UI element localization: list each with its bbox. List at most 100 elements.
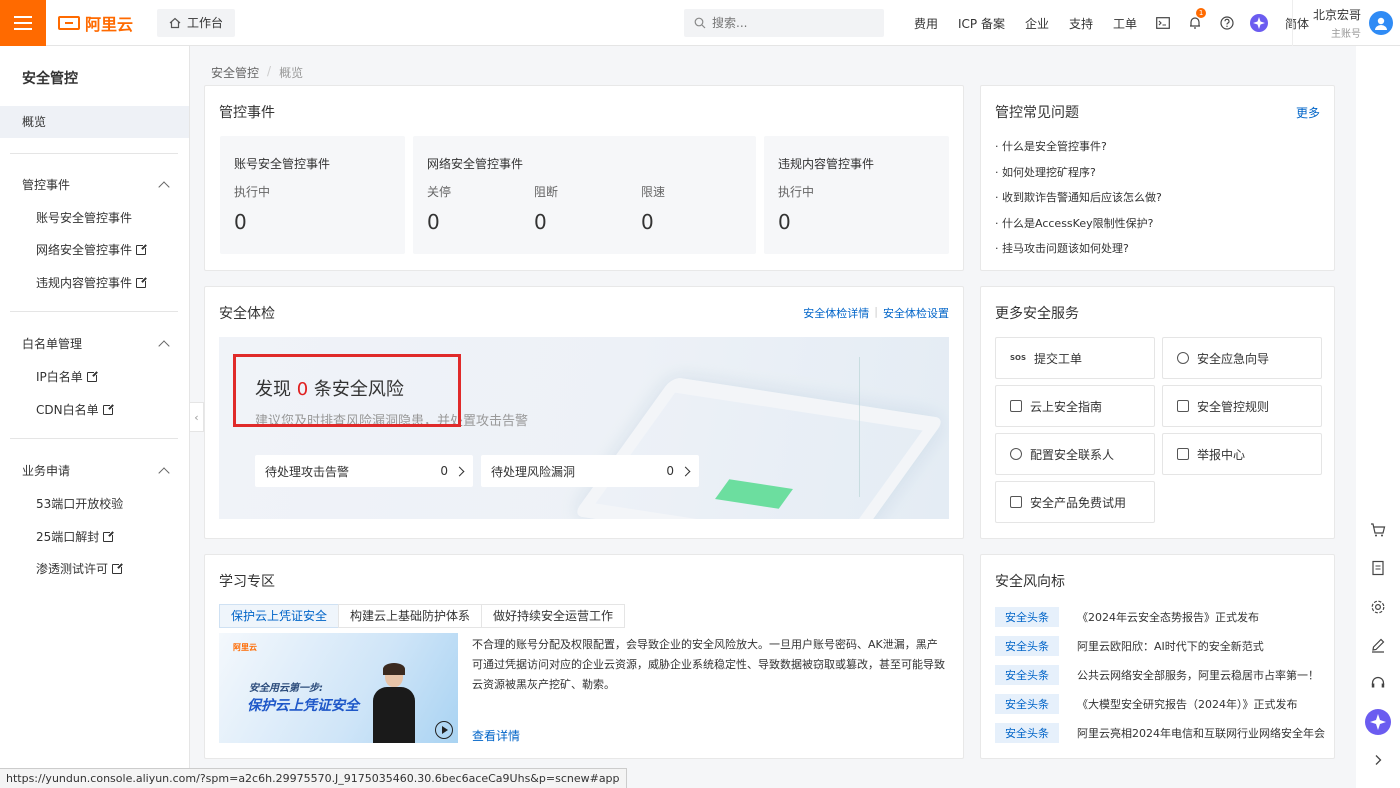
sidebar-item-label: 网络安全管控事件 (36, 243, 133, 257)
pending-vulnerabilities[interactable]: 待处理风险漏洞 0 (481, 455, 699, 487)
external-link-icon (103, 529, 116, 542)
sidebar-item-label: 违规内容管控事件 (36, 276, 133, 290)
checkup-settings-link[interactable]: 安全体检设置 (883, 305, 949, 321)
breadcrumb-root[interactable]: 安全管控 (211, 64, 259, 81)
faq-item[interactable]: · 收到欺诈告警通知后应该怎么做? (995, 189, 1162, 205)
document-icon (1177, 400, 1189, 412)
faq-item[interactable]: · 什么是AccessKey限制性保护? (995, 215, 1153, 231)
divider (10, 311, 178, 312)
sidebar-item-label: 账号安全管控事件 (36, 211, 133, 225)
external-link-icon (136, 242, 149, 255)
tab-credential-security[interactable]: 保护云上凭证安全 (219, 604, 340, 628)
service-emergency-guide[interactable]: 安全应急向导 (1162, 337, 1322, 379)
service-free-trial[interactable]: 安全产品免费试用 (995, 481, 1155, 523)
video-caption: 安全用云第一步: (249, 683, 323, 694)
faq-item[interactable]: · 挂马攻击问题该如何处理? (995, 240, 1129, 256)
search-box[interactable] (684, 9, 884, 37)
stat-label: 限速 (641, 185, 666, 199)
stat-title: 账号安全管控事件 (234, 157, 331, 171)
sidebar-item-label: CDN白名单 (36, 403, 99, 417)
sidebar-group-whitelist[interactable]: 白名单管理 (22, 335, 170, 352)
gear-icon[interactable] (1368, 597, 1388, 617)
service-label: 安全应急向导 (1197, 351, 1270, 366)
service-label: 提交工单 (1034, 351, 1083, 366)
view-details-link[interactable]: 查看详情 (472, 727, 520, 744)
news-title: 《2024年云安全态势报告》正式发布 (1077, 611, 1259, 624)
sidebar-item-account-events[interactable]: 账号安全管控事件 (36, 209, 132, 226)
video-thumbnail[interactable]: 阿里云 安全用云第一步: 保护云上凭证安全 (219, 633, 458, 743)
learn-tabs: 保护云上凭证安全 构建云上基础防护体系 做好持续安全运营工作 (219, 604, 626, 628)
menu-icon[interactable] (0, 0, 46, 46)
service-cloud-guide[interactable]: 云上安全指南 (995, 385, 1155, 427)
nav-ticket[interactable]: 工单 (1103, 15, 1147, 32)
nav-billing[interactable]: 费用 (904, 15, 948, 32)
news-title: 阿里云亮相2024年电信和互联网行业网络安全年会 (1077, 727, 1325, 740)
headset-icon[interactable] (1368, 673, 1388, 693)
service-contacts[interactable]: 配置安全联系人 (995, 433, 1155, 475)
faq-item[interactable]: · 什么是安全管控事件? (995, 138, 1107, 154)
chevron-right-icon[interactable] (1368, 750, 1388, 770)
terminal-icon[interactable] (1147, 0, 1179, 46)
service-submit-ticket[interactable]: SOS 提交工单 (995, 337, 1155, 379)
user-menu[interactable]: 北京宏哥 主账号 (1292, 0, 1400, 46)
news-item[interactable]: 安全头条 公共云网络安全部服务，阿里云稳居市占率第一！ (995, 665, 1319, 685)
ai-assistant-icon[interactable] (1243, 0, 1275, 46)
document-icon[interactable] (1368, 558, 1388, 578)
sidebar-item-cdn-whitelist[interactable]: CDN白名单 (36, 401, 115, 418)
sidebar-item-port53[interactable]: 53端口开放校验 (36, 495, 123, 512)
emergency-icon (1177, 352, 1189, 364)
logo-mark (58, 15, 80, 30)
sidebar-item-overview[interactable]: 概览 (0, 106, 189, 138)
checkup-banner: 发现 0 条安全风险 建议您及时排查风险漏洞隐患，并处置攻击告警 待处理攻击告警… (219, 337, 949, 519)
sidebar-item-content-events[interactable]: 违规内容管控事件 (36, 274, 149, 291)
divider (10, 153, 178, 154)
help-icon[interactable] (1211, 0, 1243, 46)
content-events-box[interactable]: 违规内容管控事件 执行中 0 (764, 136, 949, 254)
cart-icon[interactable] (1368, 520, 1388, 540)
sidebar-item-pentest[interactable]: 渗透测试许可 (36, 560, 125, 577)
group-label: 白名单管理 (22, 337, 83, 351)
edit-icon[interactable] (1368, 635, 1388, 655)
news-item[interactable]: 安全头条 《大模型安全研究报告（2024年）》正式发布 (995, 694, 1298, 714)
news-item[interactable]: 安全头条 阿里云欧阳欣：AI时代下的安全新范式 (995, 636, 1264, 656)
sidebar-item-ip-whitelist[interactable]: IP白名单 (36, 368, 99, 385)
account-events-box[interactable]: 账号安全管控事件 执行中 0 (220, 136, 405, 254)
sidebar-group-applications[interactable]: 业务申请 (22, 462, 170, 479)
news-item[interactable]: 安全头条 《2024年云安全态势报告》正式发布 (995, 607, 1259, 627)
pending-attack-alerts[interactable]: 待处理攻击告警 0 (255, 455, 473, 487)
nav-enterprise[interactable]: 企业 (1015, 15, 1059, 32)
sidebar-item-network-events[interactable]: 网络安全管控事件 (36, 241, 149, 258)
avatar[interactable] (1369, 11, 1394, 35)
service-label: 安全产品免费试用 (1030, 495, 1127, 510)
nav-support[interactable]: 支持 (1059, 15, 1103, 32)
workbench-button[interactable]: 工作台 (157, 8, 236, 37)
contact-icon (1010, 448, 1022, 460)
news-item[interactable]: 安全头条 阿里云亮相2024年电信和互联网行业网络安全年会 (995, 723, 1325, 743)
service-report-center[interactable]: 举报中心 (1162, 433, 1322, 475)
sidebar-collapse-toggle[interactable]: ‹ (190, 402, 204, 432)
aliyun-logo[interactable]: 阿里云 (58, 11, 133, 35)
nav-icp[interactable]: ICP 备案 (948, 15, 1015, 32)
network-events-box[interactable]: 网络安全管控事件 关停 0 阻断 0 限速 0 (413, 136, 756, 254)
chevron-right-icon (680, 466, 691, 476)
ai-assistant-icon[interactable] (1365, 709, 1391, 735)
sidebar-item-port25[interactable]: 25端口解封 (36, 528, 116, 545)
card-title: 安全体检 (219, 306, 275, 322)
bell-icon[interactable]: 1 (1179, 0, 1211, 46)
checkup-card: 安全体检 安全体检详情 | 安全体检设置 发现 0 条安全风险 建议您及时排查风… (204, 286, 964, 539)
stat-value: 0 (778, 210, 791, 234)
service-rules[interactable]: 安全管控规则 (1162, 385, 1322, 427)
card-title: 管控常见问题 (995, 105, 1079, 121)
checkup-detail-link[interactable]: 安全体检详情 (803, 305, 869, 321)
chevron-up-icon (158, 339, 170, 352)
sidebar-group-events[interactable]: 管控事件 (22, 176, 170, 193)
faq-more-link[interactable]: 更多 (1296, 104, 1320, 121)
tab-basic-protection[interactable]: 构建云上基础防护体系 (338, 604, 483, 628)
search-input[interactable] (712, 16, 862, 30)
stat-title: 网络安全管控事件 (427, 157, 524, 171)
chevron-right-icon (454, 466, 465, 476)
tab-continuous-ops[interactable]: 做好持续安全运营工作 (481, 604, 626, 628)
play-icon[interactable] (435, 721, 453, 739)
faq-item[interactable]: · 如何处理挖矿程序? (995, 164, 1096, 180)
banner-decoration (859, 357, 860, 497)
